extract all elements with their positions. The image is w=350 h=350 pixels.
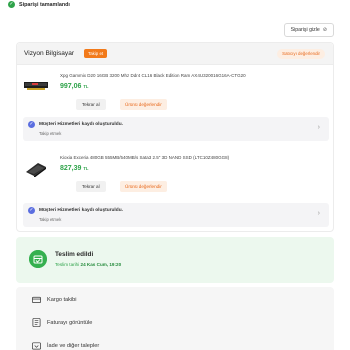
reorder-button[interactable]: Tekrar al bbox=[76, 181, 106, 192]
check-circle-icon: ✓ bbox=[28, 121, 35, 128]
price-value: 997,06 bbox=[60, 83, 82, 90]
delivery-status: Teslim edildi Teslim tarihi 24 Kas Cum, … bbox=[16, 237, 334, 283]
check-icon: ✓ bbox=[8, 1, 15, 8]
hide-order-button[interactable]: Siparişi gizle ⊘ bbox=[283, 23, 334, 37]
eye-off-icon: ⊘ bbox=[322, 27, 327, 33]
product-price: 997,06 TL bbox=[60, 83, 89, 90]
ram-product-image[interactable] bbox=[24, 78, 48, 92]
rate-product-button[interactable]: Ürünü değerlendir bbox=[120, 99, 167, 110]
returns-link[interactable]: İade ve diğer talepler bbox=[32, 341, 99, 350]
delivery-date-label: Teslim tarihi bbox=[55, 262, 80, 267]
order-actions: Kargo takibi Faturayı görüntüle İade ve … bbox=[16, 287, 334, 350]
action-label: Kargo takibi bbox=[47, 296, 77, 303]
delivery-date: Teslim tarihi 24 Kas Cum, 19:20 bbox=[55, 262, 121, 267]
price-currency: TL bbox=[83, 166, 89, 171]
product-title[interactable]: Kioxia Exceria 480GB 555MB/540MB/s Sata3… bbox=[60, 155, 229, 160]
reorder-button[interactable]: Tekrar al bbox=[76, 99, 106, 110]
action-label: Faturayı görüntüle bbox=[47, 319, 93, 326]
rate-seller-button[interactable]: Satıcıyı değerlendir bbox=[277, 49, 325, 59]
cargo-tracking-link[interactable]: Kargo takibi bbox=[32, 295, 77, 304]
order-status: ✓ Siparişi tamamlandı bbox=[8, 0, 70, 9]
customer-service-notice[interactable]: ✓ Müşteri Hizmetleri kaydı oluşturuldu. … bbox=[23, 203, 329, 227]
order-detail-page: ✓ Siparişi tamamlandı Siparişi gizle ⊘ V… bbox=[0, 0, 350, 350]
price-currency: TL bbox=[83, 84, 89, 89]
package-icon bbox=[29, 250, 47, 268]
view-invoice-link[interactable]: Faturayı görüntüle bbox=[32, 318, 92, 327]
invoice-icon bbox=[32, 318, 41, 327]
delivery-date-value: 24 Kas Cum, 19:20 bbox=[80, 262, 122, 267]
cs-subtitle: Takip etmek bbox=[39, 217, 62, 222]
action-label: İade ve diğer talepler bbox=[47, 342, 100, 349]
hide-order-label: Siparişi gizle bbox=[290, 27, 320, 33]
cs-title: Müşteri Hizmetleri kaydı oluşturuldu. bbox=[39, 208, 123, 213]
store-name[interactable]: Vizyon Bilgisayar bbox=[24, 50, 74, 57]
chevron-right-icon: › bbox=[317, 124, 320, 131]
price-value: 827,39 bbox=[60, 165, 82, 172]
return-icon bbox=[32, 342, 41, 350]
product-item: Kioxia Exceria 480GB 555MB/540MB/s Sata3… bbox=[17, 153, 333, 203]
chevron-right-icon: › bbox=[317, 210, 320, 217]
store-header: Vizyon Bilgisayar Takip et Satıcıyı değe… bbox=[17, 43, 333, 65]
check-circle-icon: ✓ bbox=[28, 207, 35, 214]
delivery-title: Teslim edildi bbox=[55, 251, 94, 258]
truck-icon bbox=[32, 296, 41, 304]
order-status-text: Siparişi tamamlandı bbox=[19, 1, 70, 8]
product-title[interactable]: Xpg Gammix D20 16GB 3200 Mhz Ddr4 CL16 B… bbox=[60, 73, 246, 78]
follow-button[interactable]: Takip et bbox=[84, 49, 108, 58]
ssd-product-image[interactable] bbox=[24, 161, 48, 177]
cs-subtitle: Takip etmek bbox=[39, 131, 62, 136]
store-card: Vizyon Bilgisayar Takip et Satıcıyı değe… bbox=[16, 42, 334, 232]
customer-service-notice[interactable]: ✓ Müşteri Hizmetleri kaydı oluşturuldu. … bbox=[23, 117, 329, 141]
cs-title: Müşteri Hizmetleri kaydı oluşturuldu. bbox=[39, 122, 123, 127]
product-price: 827,39 TL bbox=[60, 165, 89, 172]
rate-product-button[interactable]: Ürünü değerlendir bbox=[120, 181, 167, 192]
